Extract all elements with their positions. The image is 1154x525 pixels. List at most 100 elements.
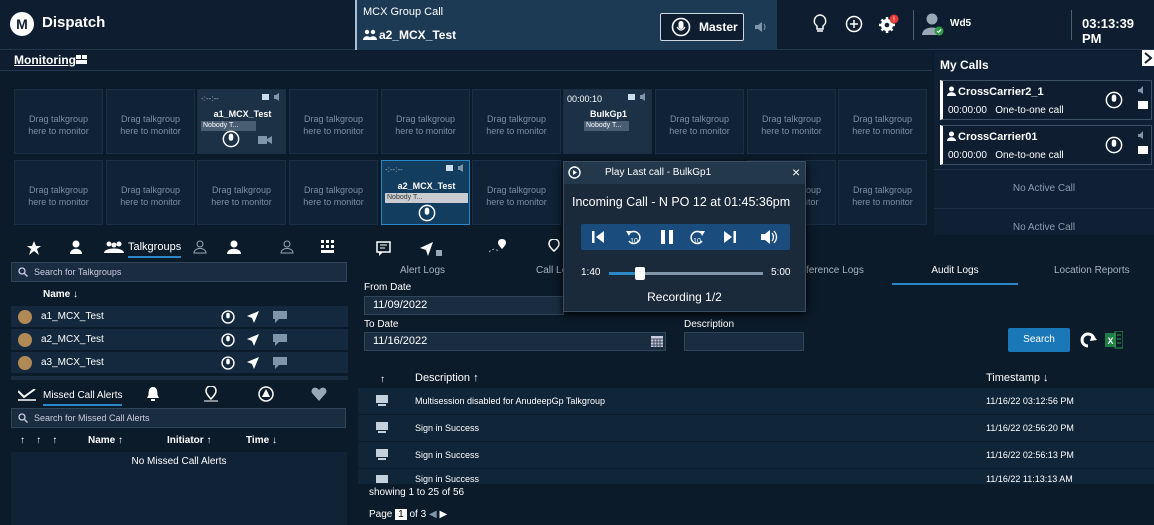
call-log-icon[interactable] [420, 242, 442, 256]
call-card[interactable]: CrossCarrier01 00:00:00 One-to-one call [940, 125, 1152, 165]
talkgroup-row[interactable]: a3_MCX_Test [11, 352, 348, 374]
page-input[interactable]: 1 [395, 509, 407, 520]
tile-controls-icon[interactable] [446, 164, 466, 172]
forward-10-icon[interactable]: 10 [689, 228, 705, 246]
column-initiator[interactable]: Initiator ↑ [167, 435, 211, 446]
ptt-icon[interactable] [221, 356, 235, 370]
monitor-slot[interactable]: Drag talkgroup here to monitor [289, 89, 378, 154]
monitor-slot[interactable]: Drag talkgroup here to monitor [197, 160, 286, 225]
search-button[interactable]: Search [1008, 328, 1070, 352]
refresh-icon[interactable] [1080, 331, 1098, 351]
playback-handle[interactable] [634, 267, 645, 280]
location-arrow-icon[interactable] [247, 334, 259, 346]
sort-arrow-icon[interactable]: ↑ [380, 374, 385, 385]
to-date-input[interactable]: 11/16/2022 [364, 332, 666, 351]
message-icon[interactable] [273, 357, 287, 369]
tab-audit-logs[interactable]: Audit Logs [892, 265, 1018, 285]
user-avatar[interactable] [920, 11, 946, 37]
location-arrow-icon[interactable] [247, 357, 259, 369]
from-date-input[interactable]: 11/09/2022 [364, 296, 564, 315]
ptt-icon[interactable] [1105, 136, 1123, 154]
group-alert-icon[interactable] [192, 239, 208, 255]
monitor-grid-icon[interactable] [76, 55, 88, 65]
next-icon[interactable] [722, 230, 736, 244]
broken-heart-icon[interactable] [311, 386, 327, 402]
location-arrow-icon[interactable] [247, 311, 259, 323]
monitor-slot[interactable]: Drag talkgroup here to monitor [655, 89, 744, 154]
speaker-icon[interactable] [1137, 86, 1149, 112]
tile-controls-icon[interactable] [262, 93, 282, 101]
missed-call-search-input[interactable]: Search for Missed Call Alerts [11, 408, 346, 428]
description-input[interactable] [684, 332, 804, 351]
log-row[interactable]: Sign in Success 11/16/22 02:56:20 PM [358, 415, 1154, 442]
monitor-slot[interactable]: Drag talkgroup here to monitor [747, 89, 836, 154]
playback-track[interactable] [609, 267, 763, 280]
monitor-slot[interactable]: Drag talkgroup here to monitor [472, 160, 561, 225]
pause-icon[interactable] [661, 230, 673, 244]
rewind-10-icon[interactable]: 10 [626, 228, 642, 246]
location-log-icon[interactable] [489, 239, 507, 253]
tab-missed-calls[interactable]: Missed Call Alerts [43, 390, 123, 406]
emergency-icon[interactable] [258, 386, 274, 402]
mcx-group-call-panel[interactable]: MCX Group Call a2_MCX_Test Master [355, 0, 777, 50]
monitor-tile-a1[interactable]: -:--:-- a1_MCX_Test Nobody T... [197, 89, 286, 154]
speaker-icon[interactable] [1137, 131, 1149, 157]
pin-icon[interactable] [547, 239, 561, 253]
group-down-icon[interactable] [279, 239, 295, 255]
calendar-icon[interactable] [651, 335, 663, 347]
sort-arrow-icon[interactable]: ↑ ↑ ↑ [20, 435, 57, 446]
message-icon[interactable] [273, 311, 287, 323]
close-icon[interactable]: × [792, 164, 800, 180]
previous-icon[interactable] [592, 230, 606, 244]
message-icon[interactable] [273, 334, 287, 346]
location-pin-icon[interactable] [204, 386, 218, 402]
monitor-slot[interactable]: Drag talkgroup here to monitor [106, 160, 195, 225]
tab-conference-logs[interactable]: ference Logs [806, 265, 864, 276]
talkgroup-row[interactable]: a1_MCX_Test [11, 306, 348, 328]
ptt-icon[interactable] [221, 310, 235, 324]
collapse-panel-icon[interactable] [1142, 50, 1154, 66]
user-tab-icon[interactable] [70, 240, 82, 254]
scrollbar[interactable] [11, 376, 348, 380]
monitor-tile-bulkgp1[interactable]: 00:00:10 BulkGp1 Nobody T... [563, 89, 652, 154]
ptt-icon[interactable] [1105, 91, 1123, 109]
column-timestamp[interactable]: Timestamp ↓ [986, 372, 1049, 384]
ptt-icon[interactable] [222, 130, 240, 148]
monitor-slot[interactable]: Drag talkgroup here to monitor [472, 89, 561, 154]
tile-controls-icon[interactable] [628, 93, 648, 101]
tab-alert-logs[interactable]: Alert Logs [400, 265, 445, 276]
column-description[interactable]: Description ↑ [415, 372, 479, 384]
monitor-slot[interactable]: Drag talkgroup here to monitor [106, 89, 195, 154]
speaker-icon[interactable] [754, 21, 768, 33]
group-call-icon[interactable] [226, 239, 242, 255]
monitor-slot[interactable]: Drag talkgroup here to monitor [838, 160, 927, 225]
column-time[interactable]: Time ↓ [246, 435, 277, 446]
monitor-slot[interactable]: Drag talkgroup here to monitor [381, 89, 470, 154]
talkgroup-search-input[interactable]: Search for Talkgroups [11, 262, 347, 282]
tab-talkgroups[interactable]: Talkgroups [128, 241, 182, 258]
monitor-tile-a2[interactable]: -:--:-- a2_MCX_Test Nobody T... [381, 160, 470, 225]
column-name[interactable]: Name ↑ [88, 435, 123, 446]
camera-icon[interactable] [258, 135, 272, 145]
column-name-header[interactable]: Name ↓ [43, 289, 78, 300]
monitoring-label[interactable]: Monitoring [14, 53, 76, 67]
tab-location-reports[interactable]: Location Reports [1054, 265, 1130, 276]
talkgroup-row[interactable]: a2_MCX_Test [11, 329, 348, 351]
status-icon[interactable] [845, 15, 863, 33]
log-row[interactable]: Sign in Success 11/16/22 02:56:13 PM [358, 442, 1154, 469]
master-button[interactable]: Master [660, 13, 744, 41]
monitor-slot[interactable]: Drag talkgroup here to monitor [14, 89, 103, 154]
lightbulb-icon[interactable] [812, 14, 828, 34]
alert-bell-icon[interactable] [146, 386, 160, 402]
settings-gear-icon[interactable]: ! [878, 14, 900, 34]
log-row[interactable]: Sign in Success 11/16/22 11:13:13 AM [358, 469, 1154, 485]
ptt-icon[interactable] [221, 333, 235, 347]
excel-export-icon[interactable]: X [1105, 331, 1123, 349]
log-row[interactable]: Multisession disabled for AnudeepGp Talk… [358, 388, 1154, 415]
next-page-icon[interactable]: ▶ [439, 509, 447, 520]
alert-log-icon[interactable] [376, 241, 392, 257]
monitor-slot[interactable]: Drag talkgroup here to monitor [289, 160, 378, 225]
volume-icon[interactable] [761, 230, 779, 244]
prev-page-icon[interactable]: ◀ [429, 509, 437, 520]
favorites-star-icon[interactable] [27, 241, 41, 255]
